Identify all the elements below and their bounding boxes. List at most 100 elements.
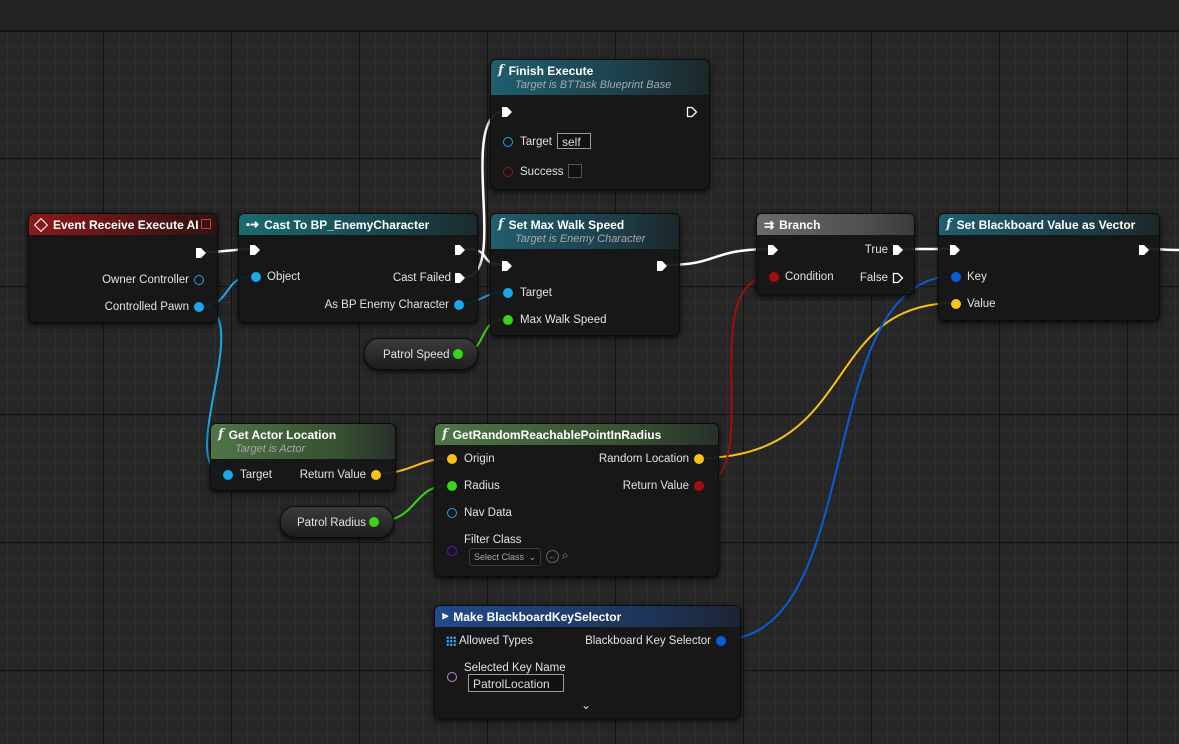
exec-out-pin[interactable] bbox=[656, 260, 668, 272]
node-subtitle: Target is Enemy Character bbox=[515, 233, 646, 245]
return-value-label: Return Value bbox=[299, 469, 366, 481]
exec-in-pin[interactable] bbox=[767, 244, 779, 256]
node-title: Branch bbox=[779, 217, 821, 232]
as-bp-enemy-label: As BP Enemy Character bbox=[324, 299, 449, 311]
make-blackboard-key-selector-node[interactable]: ⪢ Make BlackboardKeySelector Allowed Type… bbox=[434, 605, 741, 719]
controlled-pawn-label: Controlled Pawn bbox=[104, 301, 189, 313]
node-subtitle: Target is Actor bbox=[235, 443, 306, 455]
success-checkbox[interactable] bbox=[568, 164, 582, 178]
filter-class-label: Filter Class bbox=[464, 534, 522, 546]
true-exec-pin[interactable] bbox=[892, 244, 904, 256]
target-pin[interactable] bbox=[503, 137, 513, 147]
delegate-pin-icon[interactable] bbox=[201, 219, 211, 229]
function-icon: f bbox=[442, 427, 448, 442]
search-icon[interactable]: ⌕ bbox=[562, 548, 569, 563]
patrol-radius-label: Patrol Radius bbox=[297, 517, 367, 529]
owner-controller-pin[interactable] bbox=[194, 275, 204, 285]
exec-in-pin[interactable] bbox=[249, 244, 261, 256]
as-bp-enemy-pin[interactable] bbox=[454, 300, 464, 310]
exec-in-pin[interactable] bbox=[949, 244, 961, 256]
patrol-radius-getter[interactable]: Patrol Radius bbox=[280, 506, 394, 538]
max-walk-speed-label: Max Walk Speed bbox=[520, 314, 607, 326]
exec-out-pin[interactable] bbox=[686, 106, 698, 118]
target-label: Target bbox=[520, 287, 552, 299]
random-location-label: Random Location bbox=[598, 453, 689, 465]
nav-data-label: Nav Data bbox=[464, 507, 512, 519]
patrol-speed-pin[interactable] bbox=[453, 349, 463, 359]
exec-out-pin[interactable] bbox=[1138, 244, 1150, 256]
set-blackboard-value-as-vector-node[interactable]: f Set Blackboard Value as Vector Key Valu… bbox=[938, 213, 1160, 321]
cast-failed-label: Cast Failed bbox=[392, 272, 451, 284]
true-label: True bbox=[864, 244, 888, 256]
owner-controller-label: Owner Controller bbox=[102, 274, 189, 286]
false-exec-pin[interactable] bbox=[892, 272, 904, 284]
object-label: Object bbox=[267, 271, 301, 283]
nav-data-pin[interactable] bbox=[447, 508, 457, 518]
key-selector-pin[interactable] bbox=[716, 636, 726, 646]
key-pin[interactable] bbox=[951, 272, 961, 282]
controlled-pawn-pin[interactable] bbox=[194, 302, 204, 312]
filter-class-pin[interactable] bbox=[447, 546, 457, 556]
condition-pin[interactable] bbox=[769, 272, 779, 282]
origin-pin[interactable] bbox=[447, 454, 457, 464]
vector-wire-random-value bbox=[698, 302, 956, 459]
function-icon: f bbox=[946, 217, 952, 232]
selected-key-name-pin[interactable] bbox=[447, 672, 457, 682]
cast-arrow-icon: ▪➜ bbox=[246, 219, 260, 231]
return-value-pin[interactable] bbox=[694, 481, 704, 491]
node-subtitle: Target is BTTask Blueprint Base bbox=[515, 79, 672, 91]
allowed-types-label: Allowed Types bbox=[459, 635, 533, 647]
branch-node[interactable]: ⇉ Branch True Condition False bbox=[756, 213, 915, 295]
condition-label: Condition bbox=[785, 271, 834, 283]
success-pin[interactable] bbox=[503, 167, 513, 177]
key-selector-label: Blackboard Key Selector bbox=[585, 635, 711, 647]
select-class-dropdown[interactable]: Select Class ⌄ bbox=[469, 548, 541, 566]
node-title: Get Actor Location bbox=[228, 427, 337, 442]
struct-wire-key bbox=[719, 275, 956, 641]
value-pin[interactable] bbox=[951, 299, 961, 309]
finish-execute-node[interactable]: f Finish Execute Target is BTTask Bluepri… bbox=[490, 59, 710, 190]
get-actor-location-node[interactable]: f Get Actor Location Target is Actor Targ… bbox=[210, 423, 396, 491]
key-name-field[interactable]: PatrolLocation bbox=[468, 674, 564, 692]
target-pin[interactable] bbox=[503, 288, 513, 298]
exec-out-pin[interactable] bbox=[454, 244, 466, 256]
node-header: Event Receive Execute AI bbox=[29, 214, 217, 235]
array-grid-icon[interactable] bbox=[446, 636, 456, 646]
cast-failed-exec-pin[interactable] bbox=[454, 272, 466, 284]
function-icon: f bbox=[498, 217, 504, 232]
random-location-pin[interactable] bbox=[694, 454, 704, 464]
node-header: ⇉ Branch bbox=[757, 214, 914, 235]
set-max-walk-speed-node[interactable]: f Set Max Walk Speed Target is Enemy Char… bbox=[490, 213, 680, 336]
event-diamond-icon bbox=[33, 217, 49, 232]
node-header: ⪢ Make BlackboardKeySelector bbox=[435, 606, 740, 627]
return-value-label: Return Value bbox=[622, 480, 689, 492]
node-header: f Set Max Walk Speed Target is Enemy Char… bbox=[491, 214, 679, 249]
expand-chevron-icon[interactable]: ⌄ bbox=[581, 698, 591, 712]
target-self-field[interactable]: self bbox=[557, 133, 591, 149]
patrol-radius-pin[interactable] bbox=[369, 517, 379, 527]
node-title: Finish Execute bbox=[508, 63, 594, 78]
object-pin[interactable] bbox=[251, 272, 261, 282]
target-pin[interactable] bbox=[223, 470, 233, 480]
exec-in-pin[interactable] bbox=[501, 260, 513, 272]
key-label: Key bbox=[967, 271, 987, 283]
cast-to-bp-enemy-node[interactable]: ▪➜ Cast To BP_EnemyCharacter Object Cast … bbox=[238, 213, 478, 323]
node-title: Cast To BP_EnemyCharacter bbox=[264, 217, 430, 232]
max-walk-speed-pin[interactable] bbox=[503, 315, 513, 325]
patrol-speed-label: Patrol Speed bbox=[383, 349, 450, 361]
node-header: f Get Actor Location Target is Actor bbox=[211, 424, 395, 459]
exec-out-pin[interactable] bbox=[195, 247, 207, 259]
browse-arrow-icon[interactable]: ← bbox=[546, 550, 559, 563]
node-title: Event Receive Execute AI bbox=[53, 217, 199, 232]
return-value-pin[interactable] bbox=[371, 470, 381, 480]
origin-label: Origin bbox=[464, 453, 495, 465]
branch-icon: ⇉ bbox=[764, 217, 775, 232]
value-label: Value bbox=[967, 298, 996, 310]
get-random-reachable-point-node[interactable]: f GetRandomReachablePointInRadius Origin … bbox=[434, 423, 719, 577]
radius-pin[interactable] bbox=[447, 481, 457, 491]
patrol-speed-getter[interactable]: Patrol Speed bbox=[364, 338, 478, 370]
node-title: Make BlackboardKeySelector bbox=[453, 609, 622, 624]
node-header: f GetRandomReachablePointInRadius bbox=[435, 424, 718, 445]
exec-in-pin[interactable] bbox=[501, 106, 513, 118]
event-receive-execute-ai-node[interactable]: Event Receive Execute AI Owner Controlle… bbox=[28, 213, 218, 323]
